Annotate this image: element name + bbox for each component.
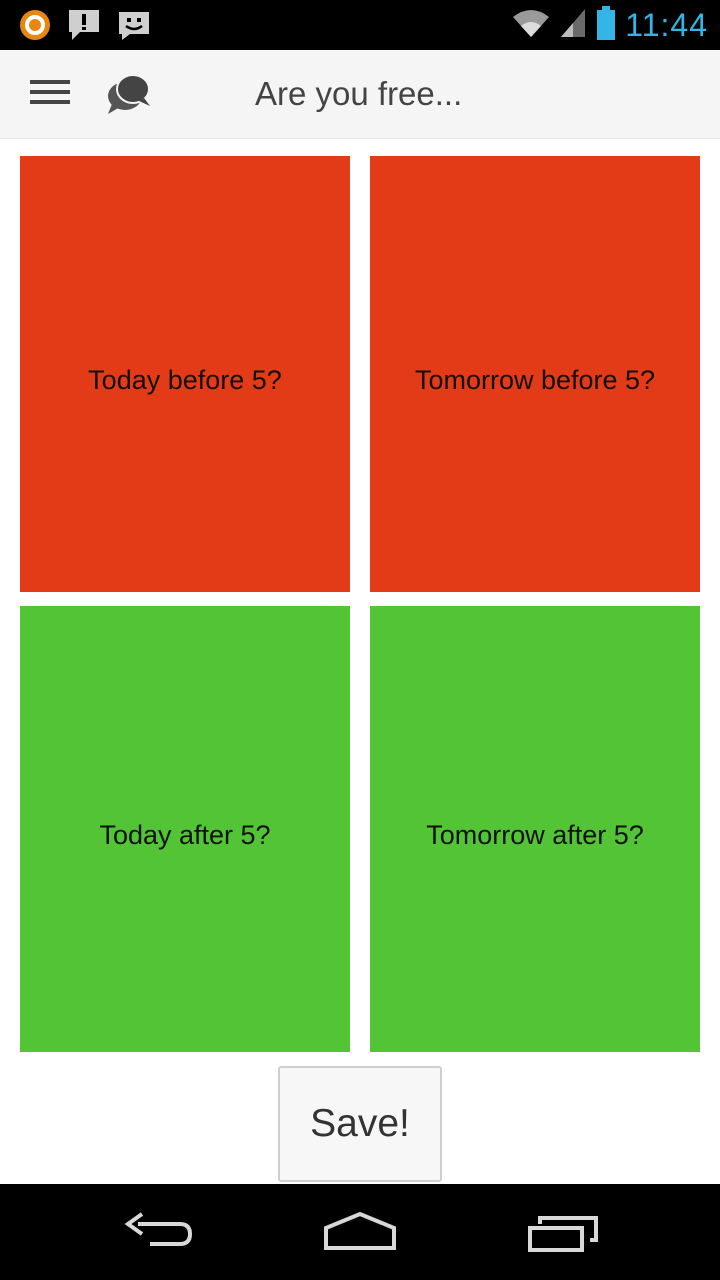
slot-today-before-5[interactable]: Today before 5?	[20, 156, 350, 592]
slot-label: Tomorrow before 5?	[414, 364, 656, 395]
chat-bubbles-icon	[104, 70, 154, 118]
slot-label: Today after 5?	[99, 819, 271, 850]
home-icon[interactable]	[322, 1210, 398, 1259]
slot-tomorrow-before-5[interactable]: Tomorrow before 5?	[370, 156, 700, 592]
notification-app-icon	[18, 8, 52, 47]
slot-tomorrow-after-5[interactable]: Tomorrow after 5?	[370, 606, 700, 1052]
status-bar: 11:44	[0, 0, 720, 50]
alert-message-icon	[66, 8, 102, 47]
chat-face-icon	[116, 8, 152, 47]
navigation-bar	[0, 1184, 720, 1280]
slot-today-after-5[interactable]: Today after 5?	[20, 606, 350, 1052]
recent-apps-icon[interactable]	[526, 1214, 598, 1259]
cell-signal-icon	[559, 7, 587, 44]
back-icon[interactable]	[124, 1210, 196, 1255]
wifi-icon	[511, 7, 551, 44]
notification-icons	[18, 8, 152, 47]
slot-label: Today before 5?	[88, 364, 282, 395]
battery-icon	[595, 5, 617, 46]
hamburger-menu-icon[interactable]	[28, 76, 76, 112]
status-clock: 11:44	[625, 7, 708, 43]
app-bar: Are you free...	[0, 50, 720, 139]
save-button[interactable]: Save!	[278, 1066, 442, 1182]
system-indicators: 11:44	[511, 4, 708, 46]
page-title: Are you free...	[255, 75, 463, 112]
slot-label: Tomorrow after 5?	[426, 819, 644, 850]
